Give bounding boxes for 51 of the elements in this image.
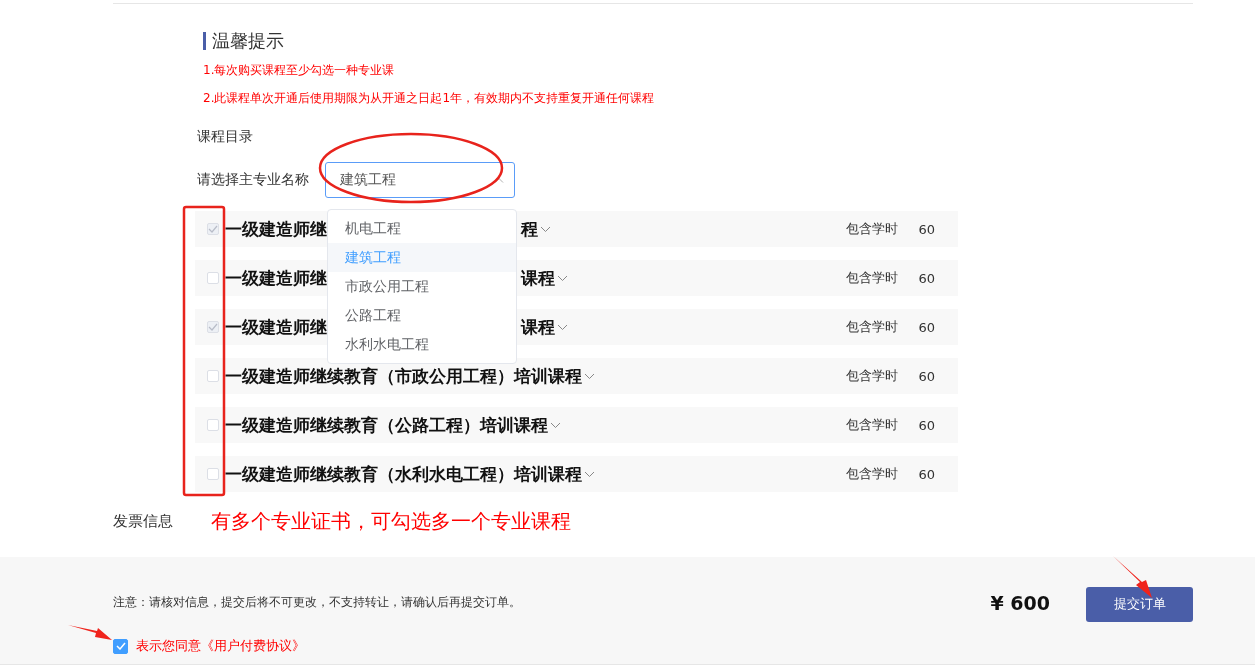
course-title: 一级建造师继 (225, 316, 327, 337)
course-title: 一级建造师继 (225, 267, 327, 288)
agreement-link[interactable]: 表示您同意《用户付费协议》 (136, 637, 305, 655)
notice-text: 注意：请核对信息，提交后将不可更改，不支持转让，请确认后再提交订单。 (113, 594, 521, 611)
course-title: 课程 (521, 266, 555, 290)
annotation-text: 有多个专业证书，可勾选多一个专业课程 (211, 507, 571, 535)
select-label: 请选择主专业名称 (197, 171, 309, 189)
dropdown-option[interactable]: 机电工程 (328, 214, 516, 243)
chevron-down-icon[interactable] (584, 372, 595, 380)
checkbox[interactable] (207, 321, 219, 333)
tip-text: 2.此课程单次开通后使用期限为从开通之日起1年，有效期内不支持重复开通任何课程 (203, 90, 655, 106)
tip-text: 1.每次购买课程至少勾选一种专业课 (203, 62, 395, 78)
checkbox[interactable] (207, 272, 219, 284)
hours-label: 包含学时 (846, 269, 899, 287)
hours-value: 60 (918, 270, 935, 286)
chevron-down-icon[interactable] (584, 470, 595, 478)
submit-button[interactable]: 提交订单 (1086, 586, 1193, 622)
hours-value: 60 (918, 368, 935, 384)
checkbox[interactable] (207, 223, 219, 235)
chevron-down-icon[interactable] (540, 225, 551, 233)
dropdown-option[interactable]: 公路工程 (328, 301, 516, 330)
hours-value: 60 (918, 466, 935, 482)
section-title: 温馨提示 (203, 32, 284, 50)
hours-value: 60 (918, 221, 935, 237)
agreement-checkbox[interactable] (113, 638, 128, 654)
hours-value: 60 (918, 319, 935, 335)
course-title: 程 (521, 217, 538, 241)
checkbox[interactable] (207, 370, 219, 382)
dropdown-option[interactable]: 市政公用工程 (328, 272, 516, 301)
course-title: 一级建造师继 (225, 218, 327, 239)
checkbox[interactable] (207, 419, 219, 431)
price: ¥ 600 (990, 591, 1050, 614)
hours-label: 包含学时 (846, 465, 899, 483)
hours-value: 60 (918, 417, 935, 433)
major-select[interactable]: 建筑工程 (325, 162, 515, 198)
hours-label: 包含学时 (846, 220, 899, 238)
checkbox[interactable] (207, 468, 219, 480)
chevron-down-icon[interactable] (557, 323, 568, 331)
hours-label: 包含学时 (846, 416, 899, 434)
chevron-down-icon[interactable] (550, 421, 561, 429)
hours-label: 包含学时 (846, 367, 899, 385)
chevron-down-icon[interactable] (557, 274, 568, 282)
course-title: 一级建造师继续教育（水利水电工程）培训课程 (225, 462, 582, 486)
dropdown-option[interactable]: 水利水电工程 (328, 330, 516, 359)
course-title: 一级建造师继续教育（市政公用工程）培训课程 (225, 364, 582, 388)
course-title: 课程 (521, 315, 555, 339)
course-title: 一级建造师继续教育（公路工程）培训课程 (225, 413, 548, 437)
catalog-label: 课程目录 (197, 128, 253, 146)
invoice-label: 发票信息 (113, 511, 173, 531)
hours-label: 包含学时 (846, 318, 899, 336)
caret-icon (494, 177, 504, 183)
